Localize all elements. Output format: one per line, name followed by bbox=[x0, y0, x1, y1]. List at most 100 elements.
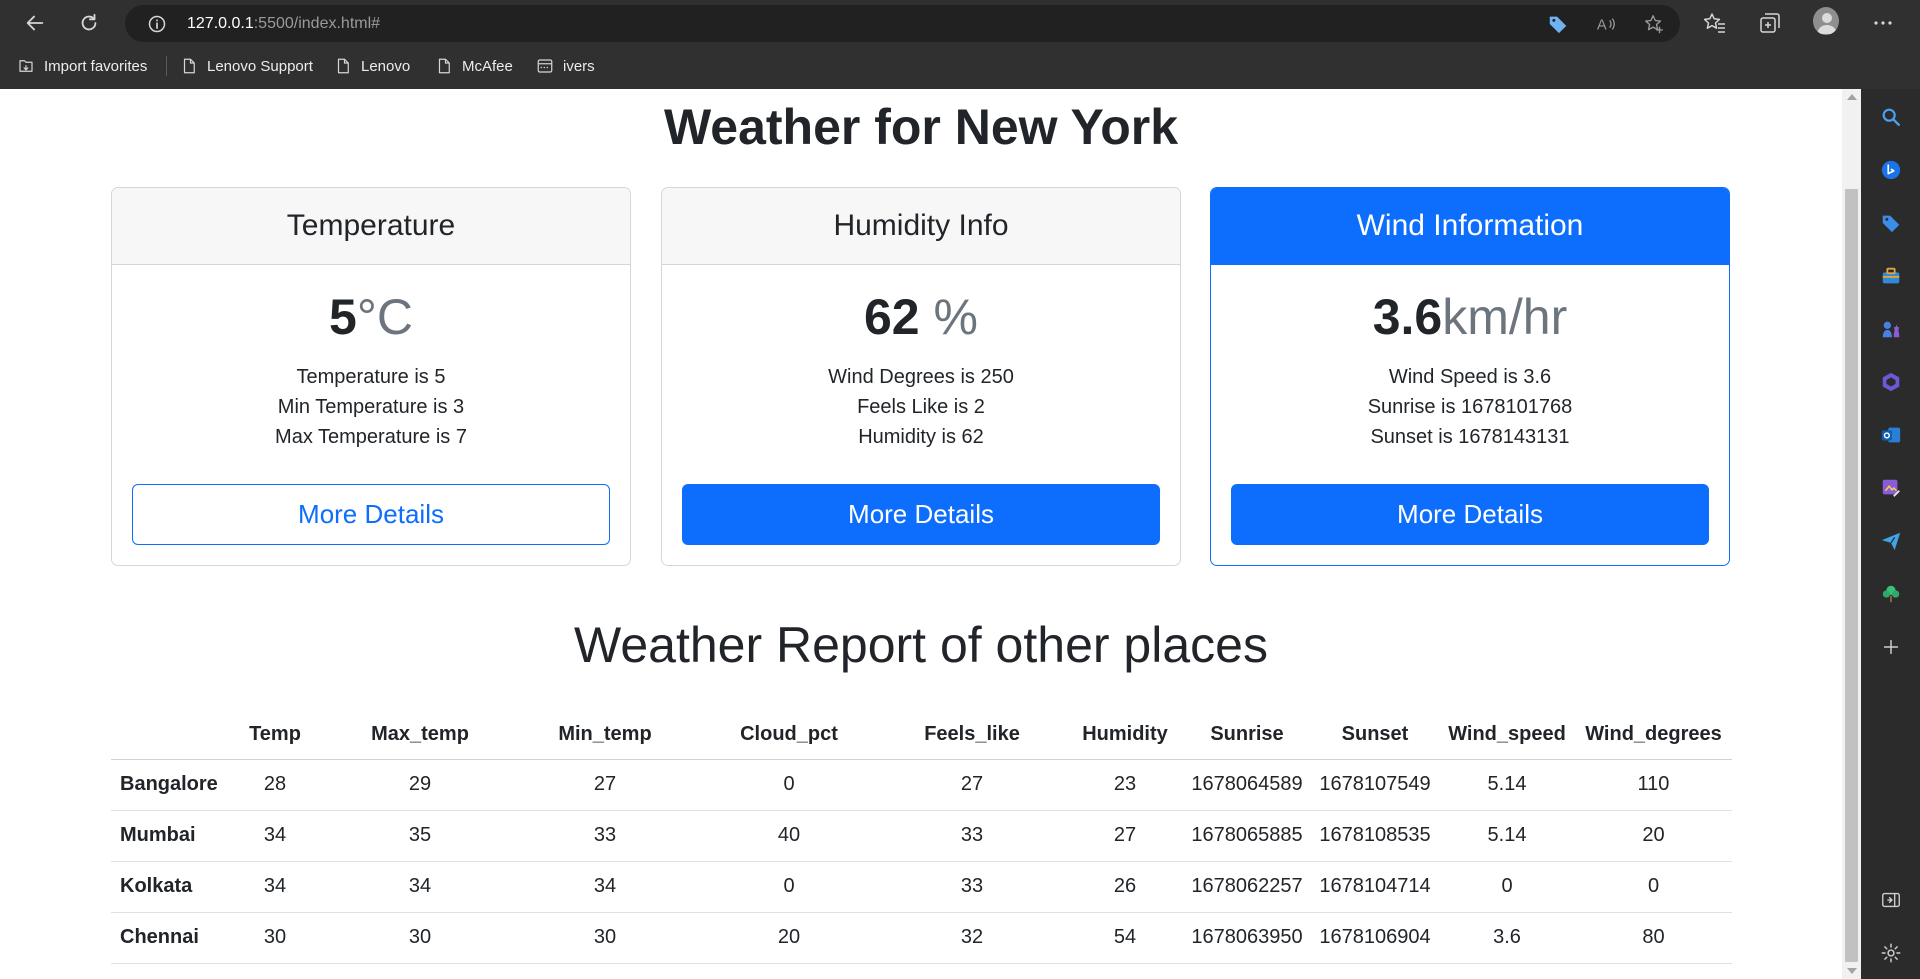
table-cell: 35 bbox=[331, 810, 509, 862]
sidebar-tools[interactable] bbox=[1879, 264, 1903, 288]
more-details-button[interactable]: More Details bbox=[132, 484, 610, 545]
bookmarks-bar: Import favorites Lenovo Support Lenovo M… bbox=[0, 50, 1920, 82]
add-favorite-icon[interactable] bbox=[1643, 13, 1665, 35]
table-cell: 80 bbox=[1575, 912, 1732, 964]
bookmark-separator bbox=[166, 56, 167, 76]
more-details-button[interactable]: More Details bbox=[1231, 484, 1709, 545]
detail-line: Humidity is 62 bbox=[858, 426, 984, 448]
bookmark-ivers[interactable]: ivers bbox=[536, 55, 595, 77]
more-details-button[interactable]: More Details bbox=[682, 484, 1160, 545]
sidebar-games[interactable] bbox=[1879, 317, 1903, 341]
section-title: Weather Report of other places bbox=[574, 617, 1268, 673]
bookmark-label: Import favorites bbox=[44, 57, 148, 75]
scroll-up-arrow-icon[interactable] bbox=[1847, 94, 1857, 100]
table-cell: 1678108535 bbox=[1311, 810, 1439, 862]
table-cell: 40 bbox=[701, 810, 877, 862]
bookmark-label: Lenovo Support bbox=[207, 57, 313, 75]
table-cell: 27 bbox=[877, 759, 1067, 811]
table-cell: 1678062257 bbox=[1183, 861, 1311, 913]
bookmark-lenovo[interactable]: Lenovo bbox=[334, 55, 410, 77]
card-value: 62 % bbox=[662, 287, 1180, 347]
sidebar-office[interactable] bbox=[1879, 370, 1903, 394]
sidebar-hide[interactable] bbox=[1879, 888, 1903, 912]
sidebar-shopping[interactable] bbox=[1879, 211, 1903, 235]
table-cell: 26 bbox=[1067, 861, 1183, 913]
detail-line: Temperature is 5 bbox=[296, 366, 446, 388]
sidebar-send[interactable] bbox=[1879, 529, 1903, 553]
sidebar-tree[interactable] bbox=[1879, 582, 1903, 606]
table-cell: 1678106904 bbox=[1311, 912, 1439, 964]
table-cell: 0 bbox=[701, 861, 877, 913]
address-bar[interactable]: 127.0.0.1:5500/index.html# A bbox=[125, 5, 1680, 42]
site-info-icon[interactable] bbox=[147, 14, 167, 34]
back-button[interactable] bbox=[20, 8, 50, 38]
detail-line: Feels Like is 2 bbox=[857, 396, 985, 418]
bookmark-mcafee[interactable]: McAfee bbox=[435, 55, 513, 77]
sidebar-drop[interactable] bbox=[1879, 476, 1903, 500]
sidebar-search[interactable] bbox=[1879, 105, 1903, 129]
image-creator-icon bbox=[1882, 479, 1900, 497]
temperature-value: 5 bbox=[329, 289, 357, 345]
detail-line: Wind Speed is 3.6 bbox=[1388, 366, 1552, 388]
outlook-icon bbox=[1881, 427, 1901, 443]
office-icon bbox=[1882, 372, 1900, 392]
table-cell: 1678104714 bbox=[1311, 861, 1439, 913]
table-cell: 27 bbox=[1067, 810, 1183, 862]
bookmark-import-favorites[interactable]: Import favorites bbox=[17, 55, 147, 77]
table-cell: 0 bbox=[1439, 861, 1575, 913]
detail-line: Sunset is 1678143131 bbox=[1370, 426, 1570, 448]
sidebar-add[interactable] bbox=[1879, 635, 1903, 659]
sidebar-outlook[interactable] bbox=[1879, 423, 1903, 447]
table-row: Mumbai 34 35 33 40 33 27 1678065885 1678… bbox=[111, 810, 1732, 862]
card-header: Wind Information bbox=[1211, 188, 1729, 265]
column-header: Wind_speed bbox=[1439, 711, 1575, 760]
page-icon bbox=[438, 58, 450, 74]
shopping-tag-icon[interactable] bbox=[1547, 13, 1569, 35]
column-header: Sunrise bbox=[1183, 711, 1311, 760]
table-cell: 5.14 bbox=[1439, 810, 1575, 862]
refresh-button[interactable] bbox=[74, 8, 104, 38]
briefcase-icon bbox=[1882, 267, 1900, 284]
detail-line: Wind Degrees is 250 bbox=[828, 366, 1014, 388]
table-cell: 1678064589 bbox=[1183, 759, 1311, 811]
bookmark-lenovo-support[interactable]: Lenovo Support bbox=[180, 55, 313, 77]
edge-sidebar bbox=[1861, 89, 1920, 979]
refresh-icon bbox=[81, 13, 97, 31]
temperature-unit: °C bbox=[356, 289, 413, 345]
settings-menu-button[interactable] bbox=[1870, 10, 1896, 36]
humidity-unit: % bbox=[919, 289, 978, 345]
table-cell: 28 bbox=[219, 759, 331, 811]
svg-text:A: A bbox=[1597, 18, 1607, 34]
page-scrollbar[interactable] bbox=[1842, 89, 1861, 979]
table-row: Chennai 30 30 30 20 32 54 1678063950 167… bbox=[111, 912, 1732, 964]
detail-line: Min Temperature is 3 bbox=[277, 396, 465, 418]
humidity-card: Humidity Info 62 % Wind Degrees is 250 F… bbox=[661, 187, 1181, 566]
table-cell: 34 bbox=[331, 861, 509, 913]
table-cell: 20 bbox=[701, 912, 877, 964]
shopping-tag-icon bbox=[1882, 215, 1900, 233]
scroll-down-arrow-icon[interactable] bbox=[1847, 968, 1857, 974]
card-details: Temperature is 5 Min Temperature is 3 Ma… bbox=[112, 362, 630, 452]
scroll-thumb[interactable] bbox=[1845, 189, 1858, 962]
column-header: Humidity bbox=[1067, 711, 1183, 760]
table-cell: 5.14 bbox=[1439, 759, 1575, 811]
table-cell: 3.6 bbox=[1439, 912, 1575, 964]
bookmark-label: ivers bbox=[563, 57, 595, 75]
read-aloud-icon[interactable]: A bbox=[1595, 13, 1617, 35]
table-cell: 32 bbox=[877, 912, 1067, 964]
search-icon bbox=[1882, 108, 1900, 126]
tree-icon bbox=[1882, 585, 1900, 603]
wind-card: Wind Information 3.6km/hr Wind Speed is … bbox=[1210, 187, 1730, 566]
gear-icon bbox=[1881, 943, 1901, 963]
city-cell: Chennai bbox=[111, 912, 219, 964]
temperature-card: Temperature 5°C Temperature is 5 Min Tem… bbox=[111, 187, 631, 566]
url-text[interactable]: 127.0.0.1:5500/index.html# bbox=[187, 15, 380, 33]
sidebar-settings[interactable] bbox=[1879, 941, 1903, 965]
collections-button[interactable] bbox=[1757, 10, 1783, 36]
profile-button[interactable] bbox=[1813, 7, 1839, 35]
bookmark-label: Lenovo bbox=[361, 57, 411, 75]
sidebar-copilot[interactable] bbox=[1879, 158, 1903, 182]
detail-line: Max Temperature is 7 bbox=[275, 426, 467, 448]
table-cell: 33 bbox=[509, 810, 701, 862]
favorites-button[interactable] bbox=[1702, 10, 1728, 36]
